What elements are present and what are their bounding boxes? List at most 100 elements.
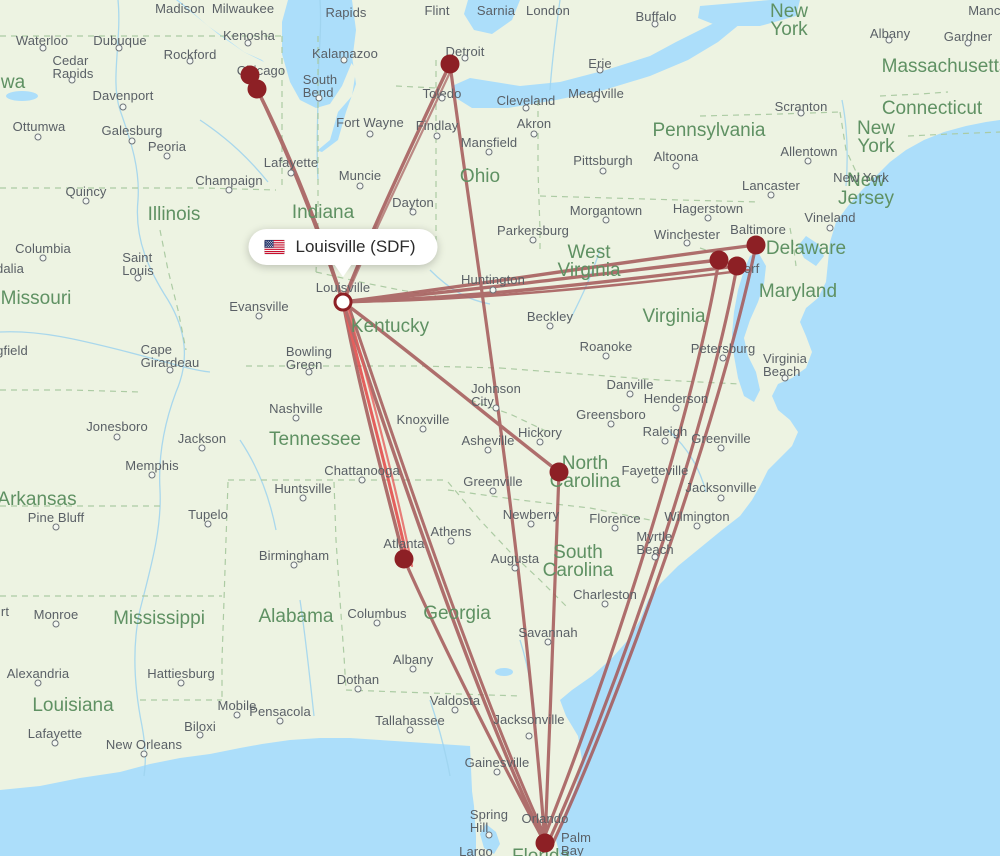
city-dot (704, 214, 712, 222)
city-dot (626, 390, 634, 398)
city-dot (485, 831, 493, 839)
city-dot (52, 620, 60, 628)
airport-marker[interactable] (535, 833, 555, 853)
city-dot (276, 717, 284, 725)
city-label: Bowling Green (285, 344, 333, 372)
airport-tooltip[interactable]: Louisville (SDF) (248, 229, 438, 265)
airport-marker[interactable] (247, 79, 267, 99)
city-label: Lafayette (263, 155, 319, 170)
city-label: Columbia (15, 241, 71, 256)
city-dot (299, 494, 307, 502)
tooltip-pointer (332, 261, 354, 277)
city-dot (596, 66, 604, 74)
city-dot (51, 739, 59, 747)
city-label: Atlanta (383, 536, 425, 551)
city-label: Peoria (147, 139, 187, 154)
city-label: Akron (516, 116, 552, 131)
state-label: Tennessee (269, 429, 361, 450)
city-label: Asheville (461, 433, 515, 448)
city-dot (683, 239, 691, 247)
city-label: Knoxville (396, 412, 450, 427)
city-dot (39, 254, 47, 262)
state-label: Pennsylvania (652, 120, 766, 141)
city-label: Dayton (392, 195, 434, 210)
city-dot (34, 133, 42, 141)
airport-marker[interactable] (549, 462, 569, 482)
city-dot (186, 57, 194, 65)
state-label: Massachusetts (881, 56, 1000, 77)
state-label: Maryland (758, 281, 838, 302)
city-dot (461, 54, 469, 62)
city-dot (489, 286, 497, 294)
city-dot (797, 109, 805, 117)
city-dot (451, 706, 459, 714)
airport-marker[interactable] (440, 54, 460, 74)
city-dot (536, 438, 544, 446)
city-dot (163, 152, 171, 160)
city-label: gfield (0, 343, 28, 358)
airport-marker[interactable] (727, 256, 747, 276)
city-dot (484, 446, 492, 454)
state-label: Delaware (765, 238, 847, 259)
city-dot (373, 619, 381, 627)
state-label: Louisiana (32, 695, 114, 716)
city-dot (651, 476, 659, 484)
city-label: Tallahassee (375, 713, 445, 728)
city-label: Baltimore (730, 222, 786, 237)
state-label: Virginia (642, 306, 706, 327)
city-label: Myrtle Beach (636, 529, 674, 557)
city-label: Lafayette (27, 726, 83, 741)
city-dot (485, 148, 493, 156)
city-label: dalia (0, 261, 24, 276)
city-label: Orlando (521, 811, 569, 826)
flight-route-map[interactable]: Massachusetts Connecticut New York New York Ne… (0, 0, 1000, 856)
state-label: New York (769, 1, 809, 40)
city-dot (489, 487, 497, 495)
city-dot (358, 476, 366, 484)
city-label: Valdosta (429, 693, 481, 708)
city-dot (225, 186, 233, 194)
city-label: Cape Girardeau (140, 342, 200, 370)
city-dot (68, 76, 76, 84)
city-label: Roanoke (579, 339, 633, 354)
city-dot (529, 236, 537, 244)
city-dot (196, 731, 204, 739)
city-dot (177, 679, 185, 687)
city-dot (409, 208, 417, 216)
city-dot (781, 374, 789, 382)
city-label: Parkersburg (497, 223, 569, 238)
city-dot (39, 44, 47, 52)
city-label: Augusta (490, 551, 540, 566)
city-label: New Orleans (105, 737, 183, 752)
city-dot (719, 354, 727, 362)
state-label: Mississippi (113, 608, 205, 629)
hub-marker-louisville[interactable] (333, 292, 353, 312)
city-label: Jonesboro (86, 419, 148, 434)
airport-marker[interactable] (394, 549, 414, 569)
city-dot (290, 561, 298, 569)
state-label: Ohio (459, 166, 501, 187)
city-label: Jacksonville (493, 712, 565, 727)
state-label: Illinois (147, 204, 201, 225)
city-label: Huntsville (274, 481, 332, 496)
city-dot (672, 162, 680, 170)
city-label: Rapids (325, 5, 367, 20)
city-label: Nashville (269, 401, 323, 416)
city-dot (204, 520, 212, 528)
city-label: Palm Bay (560, 830, 592, 856)
city-dot (255, 312, 263, 320)
us-flag-icon (264, 240, 285, 254)
city-label: Findlay (415, 118, 459, 133)
airport-marker[interactable] (709, 250, 729, 270)
airport-marker[interactable] (746, 235, 766, 255)
city-dot (406, 726, 414, 734)
city-dot (244, 39, 252, 47)
city-label: Chattanooga (324, 463, 400, 478)
city-dot (305, 368, 313, 376)
city-dot (826, 224, 834, 232)
city-label: Alexandria (6, 666, 70, 681)
city-dot (602, 352, 610, 360)
city-dot (438, 94, 446, 102)
city-label: Muncie (338, 168, 382, 183)
city-dot (287, 169, 295, 177)
